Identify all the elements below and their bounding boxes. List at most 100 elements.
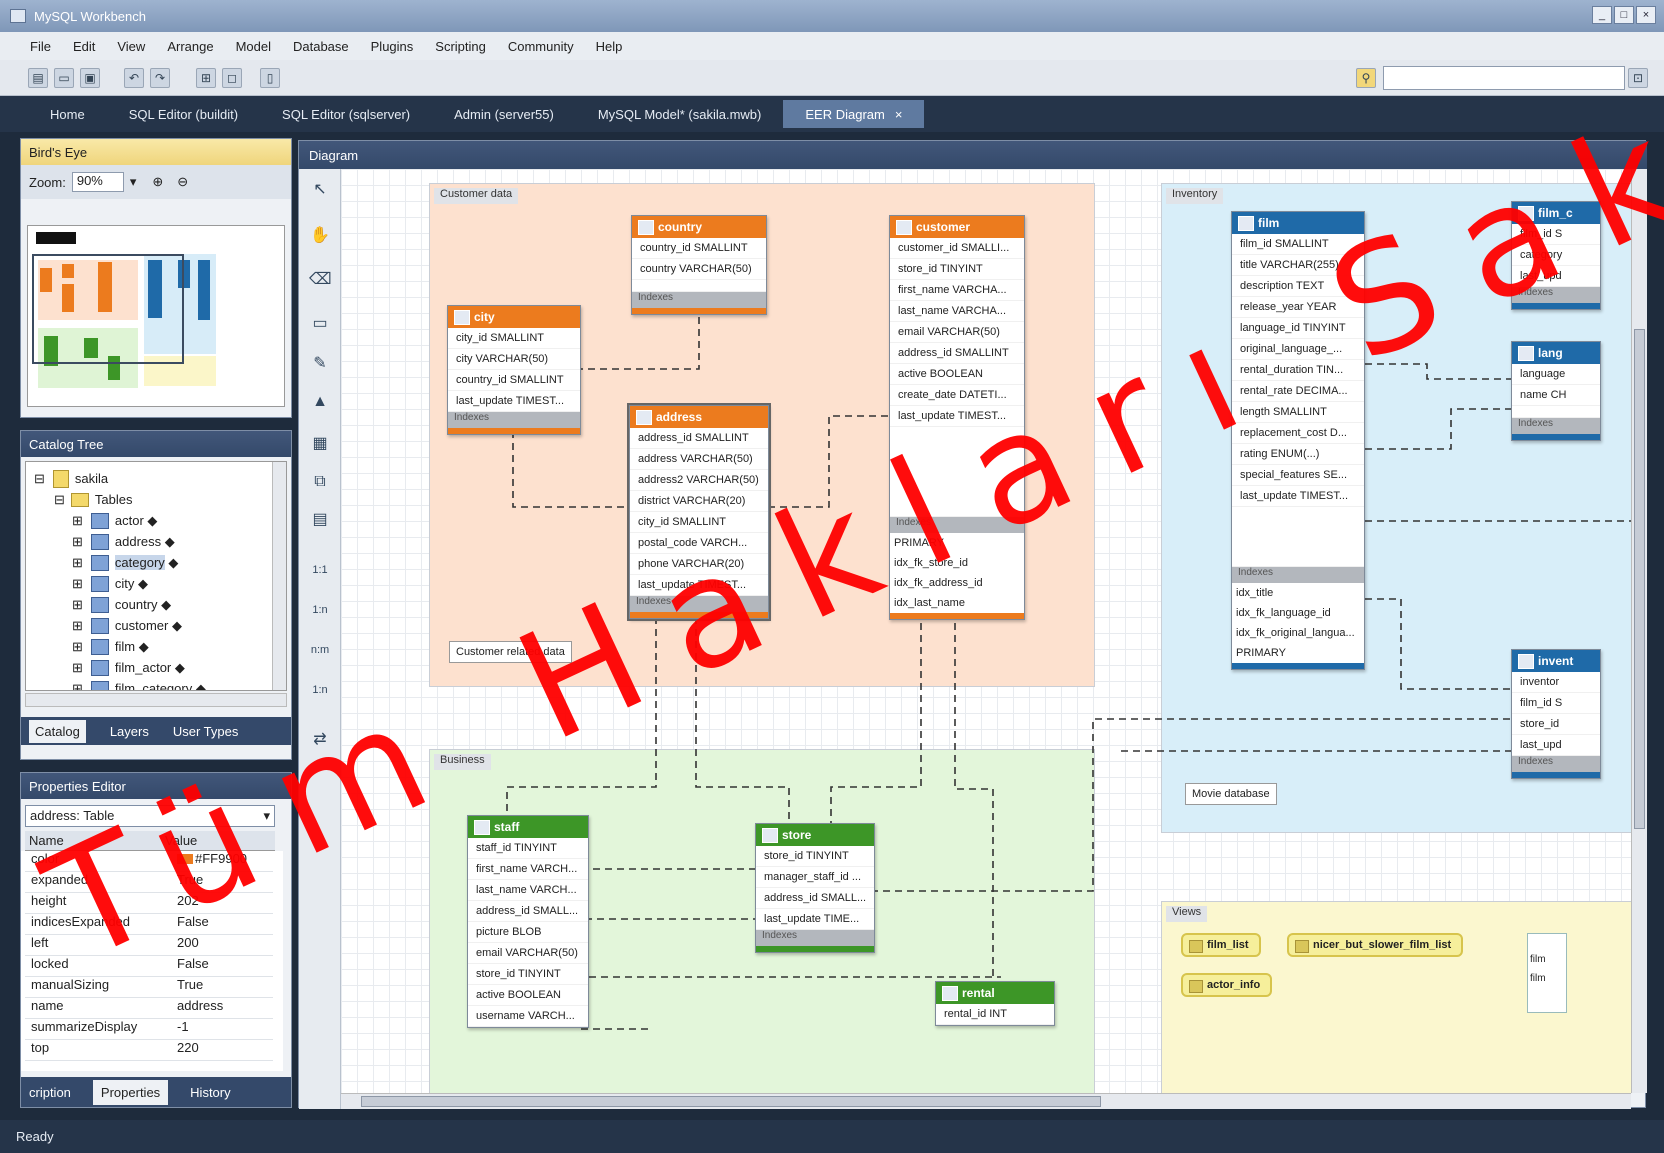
table-tool-icon[interactable]: ▦	[309, 433, 331, 455]
table-store[interactable]: store store_id TINYINT manager_staff_id …	[755, 823, 875, 953]
table-country[interactable]: country country_id SMALLINT country VARC…	[631, 215, 767, 315]
tree-table-category[interactable]: ⊞ category ◆	[72, 552, 178, 573]
tree-table-film-category[interactable]: ⊞ film_category ◆	[72, 678, 206, 690]
tree-node-tables[interactable]: ⊟ Tables	[54, 489, 132, 510]
menu-scripting[interactable]: Scripting	[435, 39, 486, 54]
indexes-header[interactable]: Indexes	[756, 930, 874, 946]
zoom-select[interactable]: 90%	[71, 172, 124, 192]
prop-row[interactable]: manualSizing True	[25, 977, 273, 998]
view-nicer-but-slower-film-list[interactable]: nicer_but_slower_film_list	[1287, 933, 1464, 957]
scroll-thumb[interactable]	[1634, 329, 1645, 829]
menu-database[interactable]: Database	[293, 39, 349, 54]
menu-help[interactable]: Help	[596, 39, 623, 54]
indexes-header[interactable]: Indexes	[632, 292, 766, 308]
table-column-more	[1512, 406, 1600, 418]
search-input[interactable]	[1383, 66, 1625, 90]
image-tool-icon[interactable]: ▲	[309, 391, 331, 413]
indexes-header[interactable]: Indexes	[1512, 756, 1600, 772]
catalog-vscrollbar[interactable]	[272, 462, 286, 690]
birds-eye-preview[interactable]	[27, 225, 285, 407]
diagram-hscrollbar[interactable]	[341, 1093, 1631, 1109]
zoom-label: Zoom:	[29, 174, 66, 190]
tree-table-address[interactable]: ⊞ address ◆	[72, 531, 175, 552]
tree-table-customer[interactable]: ⊞ customer ◆	[72, 615, 182, 636]
routine-tool-icon[interactable]: ▤	[309, 509, 331, 531]
eraser-tool-icon[interactable]: ⌫	[309, 269, 332, 291]
tree-table-film[interactable]: ⊞ film ◆	[72, 636, 149, 657]
minimize-button[interactable]: _	[1592, 6, 1612, 24]
tab-history[interactable]: History	[190, 1085, 230, 1100]
menu-view[interactable]: View	[117, 39, 145, 54]
close-button[interactable]: ×	[1636, 6, 1656, 24]
table-staff[interactable]: staff staff_id TINYINT first_name VARCH.…	[467, 815, 589, 1028]
indexes-header[interactable]: Indexes	[448, 412, 580, 428]
catalog-hscrollbar[interactable]	[25, 693, 287, 707]
view-actor-info[interactable]: actor_info	[1181, 973, 1273, 997]
tab-description[interactable]: cription	[29, 1085, 71, 1100]
tab-properties[interactable]: Properties	[92, 1079, 169, 1105]
toggle-grid-icon[interactable]: ⊞	[196, 68, 216, 88]
hand-tool-icon[interactable]: ✋	[309, 225, 331, 247]
relationship-1-n-icon[interactable]: 1:n	[309, 599, 331, 621]
menu-community[interactable]: Community	[508, 39, 574, 54]
zoom-out-icon[interactable]: ⊖	[177, 174, 188, 190]
tab-home[interactable]: Home	[28, 100, 107, 128]
indexes-header[interactable]: Indexes	[1232, 567, 1364, 583]
table-city[interactable]: city city_id SMALLINT city VARCHAR(50) c…	[447, 305, 581, 435]
note-tool-icon[interactable]: ✎	[309, 353, 331, 375]
zoom-fit-icon[interactable]: ◻	[222, 68, 242, 88]
layer-tool-icon[interactable]: ▭	[309, 313, 331, 335]
collapse-icon[interactable]: ⊟	[54, 492, 65, 508]
table-rental[interactable]: rental rental_id INT	[935, 981, 1055, 1026]
view-film-list[interactable]: film_list	[1181, 933, 1261, 957]
new-model-icon[interactable]: ▤	[28, 68, 48, 88]
tab-close-icon[interactable]: ×	[895, 107, 903, 122]
zoom-in-icon[interactable]: ⊕	[152, 174, 163, 190]
tab-sql-editor-buildit[interactable]: SQL Editor (buildit)	[107, 100, 260, 128]
prop-row[interactable]: summarizeDisplay -1	[25, 1019, 273, 1040]
tab-user-types[interactable]: User Types	[173, 724, 239, 739]
menu-model[interactable]: Model	[236, 39, 271, 54]
diagram-vscrollbar[interactable]	[1631, 169, 1647, 1093]
note-movie[interactable]: Movie database	[1185, 783, 1277, 805]
search-options-icon[interactable]: ⚲	[1356, 68, 1376, 88]
table-header: address	[630, 406, 768, 428]
view-tool-icon[interactable]: ⧉	[309, 471, 331, 493]
tab-admin[interactable]: Admin (server55)	[432, 100, 576, 128]
tab-layers[interactable]: Layers	[110, 724, 149, 739]
relationship-n-m-icon[interactable]: n:m	[309, 639, 331, 661]
redo-icon[interactable]: ↷	[150, 68, 170, 88]
tree-table-city[interactable]: ⊞ city ◆	[72, 573, 148, 594]
menu-arrange[interactable]: Arrange	[167, 39, 213, 54]
open-model-icon[interactable]: ▭	[54, 68, 74, 88]
view-partial[interactable]: film film	[1527, 933, 1567, 1013]
tab-eer-diagram[interactable]: EER Diagram ×	[783, 100, 925, 128]
tables-folder-label: Tables	[94, 492, 133, 507]
table-footer	[448, 428, 580, 434]
pointer-tool-icon[interactable]: ↖	[309, 179, 331, 201]
zoom-dropdown-icon[interactable]: ▾	[130, 174, 137, 190]
scroll-thumb[interactable]	[361, 1096, 1101, 1107]
prop-row[interactable]: top 220	[25, 1040, 273, 1061]
menu-plugins[interactable]: Plugins	[371, 39, 414, 54]
menu-edit[interactable]: Edit	[73, 39, 95, 54]
align-icon[interactable]: ▯	[260, 68, 280, 88]
relationship-1-1-icon[interactable]: 1:1	[309, 559, 331, 581]
tab-catalog[interactable]: Catalog	[29, 719, 86, 743]
prop-row[interactable]: name address	[25, 998, 273, 1019]
tree-table-actor[interactable]: ⊞ actor ◆	[72, 510, 157, 531]
tab-mysql-model[interactable]: MySQL Model* (sakila.mwb)	[576, 100, 784, 128]
menu-file[interactable]: File	[30, 39, 51, 54]
tree-node-schema[interactable]: ⊟ sakila	[34, 468, 108, 489]
table-language[interactable]: lang language name CH Indexes	[1511, 341, 1601, 441]
collapse-icon[interactable]: ⊟	[34, 471, 45, 487]
undo-icon[interactable]: ↶	[124, 68, 144, 88]
catalog-tree[interactable]: ⊟ sakila ⊟ Tables ⊞ actor ◆ ⊞ address ◆ ⊞ c…	[25, 461, 287, 691]
maximize-button[interactable]: □	[1614, 6, 1634, 24]
table-inventory[interactable]: invent inventor film_id S store_id last_…	[1511, 649, 1601, 779]
tab-sql-editor-sqlserver[interactable]: SQL Editor (sqlserver)	[260, 100, 432, 128]
save-model-icon[interactable]: ▣	[80, 68, 100, 88]
tree-table-country[interactable]: ⊞ country ◆	[72, 594, 171, 615]
indexes-header[interactable]: Indexes	[1512, 418, 1600, 434]
tree-table-film-actor[interactable]: ⊞ film_actor ◆	[72, 657, 185, 678]
